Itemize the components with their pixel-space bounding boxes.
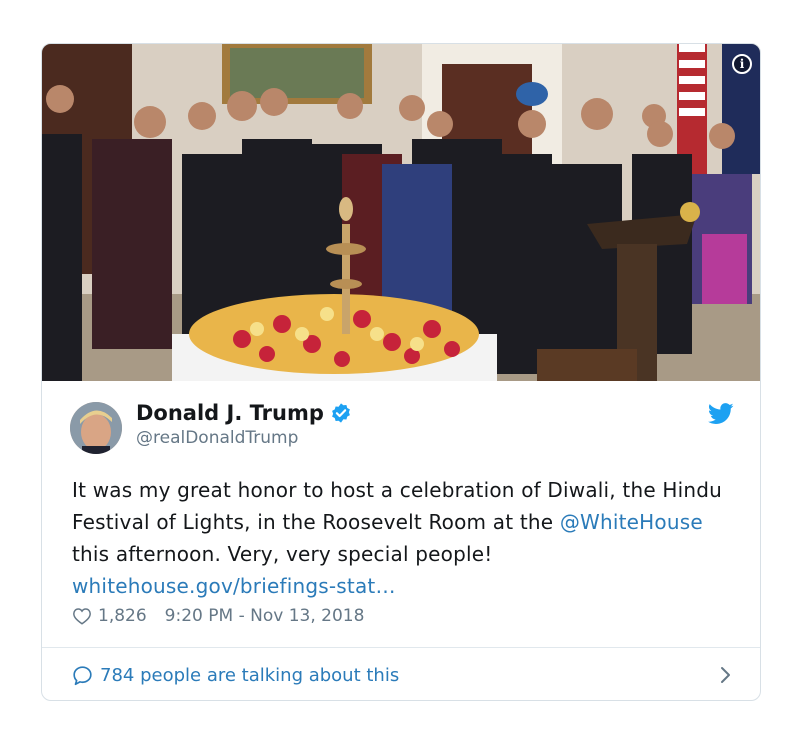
author-names: Donald J. Trump @realDonaldTrump bbox=[136, 401, 352, 448]
tweet-meta: 1,826 9:20 PM - Nov 13, 2018 bbox=[72, 606, 364, 626]
conversation-link[interactable]: 784 people are talking about this bbox=[72, 660, 732, 690]
embedded-tweet-card[interactable]: i Donald J. Trump @realDonaldTrump It wa… bbox=[41, 43, 761, 701]
tweet-header: Donald J. Trump @realDonaldTrump bbox=[70, 399, 734, 455]
avatar[interactable] bbox=[70, 402, 122, 454]
display-name-text: Donald J. Trump bbox=[136, 401, 324, 425]
info-icon[interactable]: i bbox=[732, 54, 752, 74]
tweet-photo[interactable]: i bbox=[42, 44, 760, 381]
diwali-event-photo bbox=[42, 44, 760, 381]
author-display-name[interactable]: Donald J. Trump bbox=[136, 401, 352, 425]
heart-icon[interactable] bbox=[72, 607, 92, 625]
speech-bubble-icon bbox=[73, 665, 92, 685]
mention-link[interactable]: @WhiteHouse bbox=[560, 510, 703, 534]
like-count[interactable]: 1,826 bbox=[98, 606, 147, 626]
conversation-text: 784 people are talking about this bbox=[100, 664, 400, 686]
tweet-timestamp[interactable]: 9:20 PM - Nov 13, 2018 bbox=[165, 606, 365, 626]
avatar-image bbox=[70, 402, 122, 454]
card-divider bbox=[42, 647, 760, 648]
tweet-text: It was my great honor to host a celebrat… bbox=[72, 474, 732, 602]
twitter-bird-icon[interactable] bbox=[708, 403, 734, 425]
verified-badge-icon bbox=[331, 403, 350, 423]
chevron-right-icon[interactable] bbox=[720, 666, 732, 684]
author-handle[interactable]: @realDonaldTrump bbox=[136, 428, 352, 448]
tweet-text-part2: this afternoon. Very, very special peopl… bbox=[72, 542, 493, 566]
url-link[interactable]: whitehouse.gov/briefings-stat… bbox=[72, 574, 396, 598]
